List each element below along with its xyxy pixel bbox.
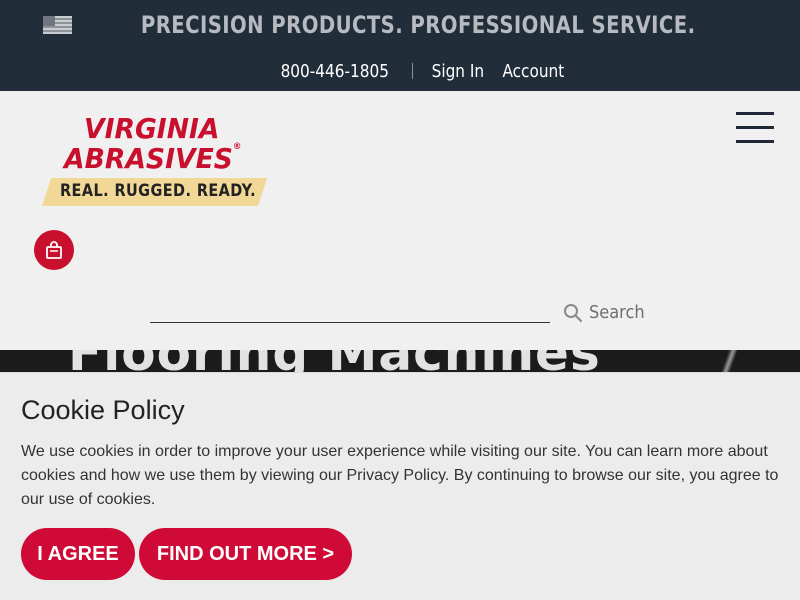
agree-button[interactable]: I AGREE bbox=[21, 528, 135, 580]
logo-line2-text: ABRASIVES bbox=[64, 142, 233, 175]
hero-heading: Flooring Machines bbox=[68, 350, 601, 372]
menu-bar bbox=[736, 140, 774, 143]
menu-bar bbox=[736, 126, 774, 129]
link-divider bbox=[412, 63, 414, 79]
utility-links: 800-446-1805 Sign In Account bbox=[0, 57, 800, 85]
search-button-label: Search bbox=[589, 302, 645, 323]
shopping-bag-button[interactable] bbox=[34, 230, 74, 270]
tagline-row: PRECISION PRODUCTS. PROFESSIONAL SERVICE… bbox=[0, 9, 800, 41]
logo-line1-text: VIRGINIA bbox=[84, 112, 220, 145]
tagline: PRECISION PRODUCTS. PROFESSIONAL SERVICE… bbox=[141, 11, 696, 39]
account-link[interactable]: Account bbox=[502, 61, 564, 82]
shopping-bag-icon bbox=[46, 241, 62, 259]
cookie-title: Cookie Policy bbox=[21, 395, 185, 425]
cookie-message: We use cookies in order to improve your … bbox=[21, 443, 779, 508]
search-underline bbox=[150, 322, 550, 323]
search-button[interactable]: Search bbox=[563, 302, 651, 323]
logo-word-virginia: VIRGINIA bbox=[84, 112, 219, 145]
us-flag-icon bbox=[43, 16, 73, 34]
search-input[interactable] bbox=[150, 296, 550, 322]
brand-logo[interactable]: VIRGINIA ABRASIVES® REAL. RUGGED. READY. bbox=[42, 112, 268, 210]
menu-icon[interactable] bbox=[736, 112, 774, 144]
find-out-more-button[interactable]: FIND OUT MORE > bbox=[139, 528, 352, 580]
sign-in-link[interactable]: Sign In bbox=[432, 61, 484, 82]
phone-link[interactable]: 800-446-1805 bbox=[280, 61, 388, 82]
menu-bar bbox=[736, 112, 774, 115]
top-bar: PRECISION PRODUCTS. PROFESSIONAL SERVICE… bbox=[0, 0, 800, 91]
logo-slogan: REAL. RUGGED. READY. bbox=[60, 181, 257, 201]
cookie-banner: Cookie Policy We use cookies in order to… bbox=[0, 372, 800, 600]
registered-mark: ® bbox=[232, 142, 242, 152]
search-icon bbox=[564, 303, 583, 322]
hero-banner: Flooring Machines bbox=[0, 350, 800, 372]
hero-graphic bbox=[720, 350, 742, 372]
logo-word-abrasives: ABRASIVES® bbox=[64, 142, 241, 175]
